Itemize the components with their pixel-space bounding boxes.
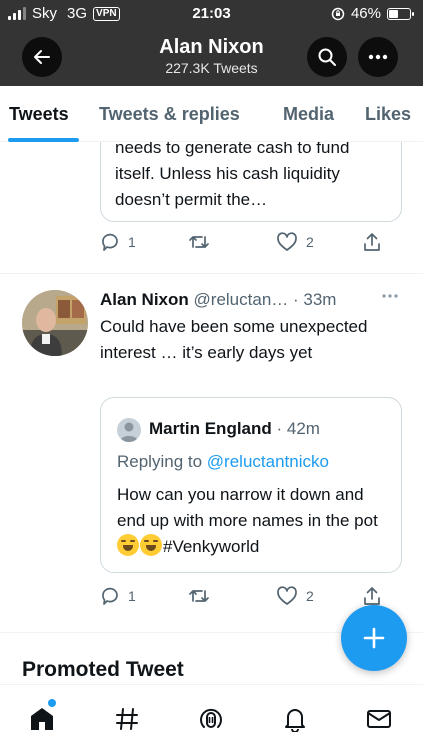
tears-of-joy-emoji [140,534,162,556]
nav-notifications[interactable] [277,701,313,737]
share-button[interactable] [362,232,382,252]
quoted-tweet-text: How can you narrow it down and end up wi… [117,482,393,560]
quoted-text-main: How can you narrow it down and end up wi… [117,485,378,530]
avatar[interactable] [22,290,88,356]
tweet-time[interactable]: · 33m [293,290,336,309]
nav-messages[interactable] [361,701,397,737]
profile-tabs: Tweets Tweets & replies Media Likes [0,86,423,142]
promoted-tweet-heading: Promoted Tweet [22,658,184,681]
quoted-tweet-text: needs to generate cash to fund itself. U… [115,138,350,209]
retweet-button[interactable] [188,586,210,606]
like-count: 2 [306,588,314,604]
active-tab-indicator [8,138,79,142]
quoted-avatar [117,418,141,442]
tweet-actions: 1 2 [100,232,400,256]
home-icon [31,708,53,730]
quoted-tweet-card[interactable]: Martin England · 42m Replying to @reluct… [100,397,402,573]
hashtag[interactable]: #Venkyworld [163,537,259,556]
like-button[interactable]: 2 [276,232,314,252]
nav-home[interactable] [24,701,60,737]
like-button[interactable]: 2 [276,586,314,606]
notifications-icon [285,709,305,732]
like-count: 2 [306,234,314,250]
battery-fill [389,9,398,18]
tweet-menu-button[interactable] [380,286,400,311]
reply-icon [102,233,118,251]
replying-to-handle[interactable]: @reluctantnicko [207,452,329,471]
retweet-icon [189,236,209,248]
tab-media[interactable]: Media [283,104,334,125]
search-button[interactable] [307,37,347,77]
heart-icon [277,232,297,251]
default-avatar-icon [120,422,138,442]
plus-icon [363,627,385,649]
tab-tweets[interactable]: Tweets [9,104,69,125]
tab-tweets-replies[interactable]: Tweets & replies [99,104,240,125]
avatar-photo [22,290,88,356]
profile-header: Sky 3G VPN 21:03 46% Alan Nixon 227.3K T… [0,0,423,86]
reply-button[interactable]: 1 [100,586,136,606]
tweet-actions: 1 2 [100,586,400,610]
quoted-author-name: Martin England [149,419,272,438]
tweet-divider [0,273,423,274]
more-dots-icon [382,294,398,298]
messages-icon [367,710,391,728]
tears-of-joy-emoji [117,534,139,556]
tweet-header: Alan Nixon @reluctan… · 33m [100,290,410,310]
reply-button[interactable]: 1 [100,232,136,252]
retweet-icon [189,590,209,602]
more-dots-icon [368,54,388,60]
author-name[interactable]: Alan Nixon [100,290,189,309]
share-button[interactable] [362,586,382,606]
battery-icon [387,7,414,20]
status-right: 46% [331,5,414,22]
quoted-tweet-time: · 42m [276,419,320,438]
reply-count: 1 [128,234,136,250]
nav-explore[interactable] [109,701,145,737]
author-handle[interactable]: @reluctan… [194,290,289,309]
orientation-lock-icon [331,7,345,20]
reply-count: 1 [128,588,136,604]
explore-icon [116,708,138,730]
compose-tweet-button[interactable] [341,605,407,671]
spaces-icon [200,708,222,728]
nav-spaces[interactable] [193,701,229,737]
search-icon [318,48,336,66]
battery-percent: 46% [350,5,381,22]
more-button[interactable] [358,37,398,77]
replying-to: Replying to @reluctantnicko [117,452,329,472]
tab-likes[interactable]: Likes [365,104,411,125]
bottom-navigation [0,684,423,750]
replying-to-label: Replying to [117,452,203,471]
reply-icon [102,587,118,605]
heart-icon [277,586,297,605]
retweet-button[interactable] [188,232,210,252]
share-icon [364,233,380,251]
status-bar: Sky 3G VPN 21:03 46% [0,0,423,28]
share-icon [364,587,380,605]
home-notification-dot [48,699,56,707]
quoted-tweet-header: Martin England · 42m [149,419,320,439]
tweet-text: Could have been some unexpected interest… [100,317,368,362]
